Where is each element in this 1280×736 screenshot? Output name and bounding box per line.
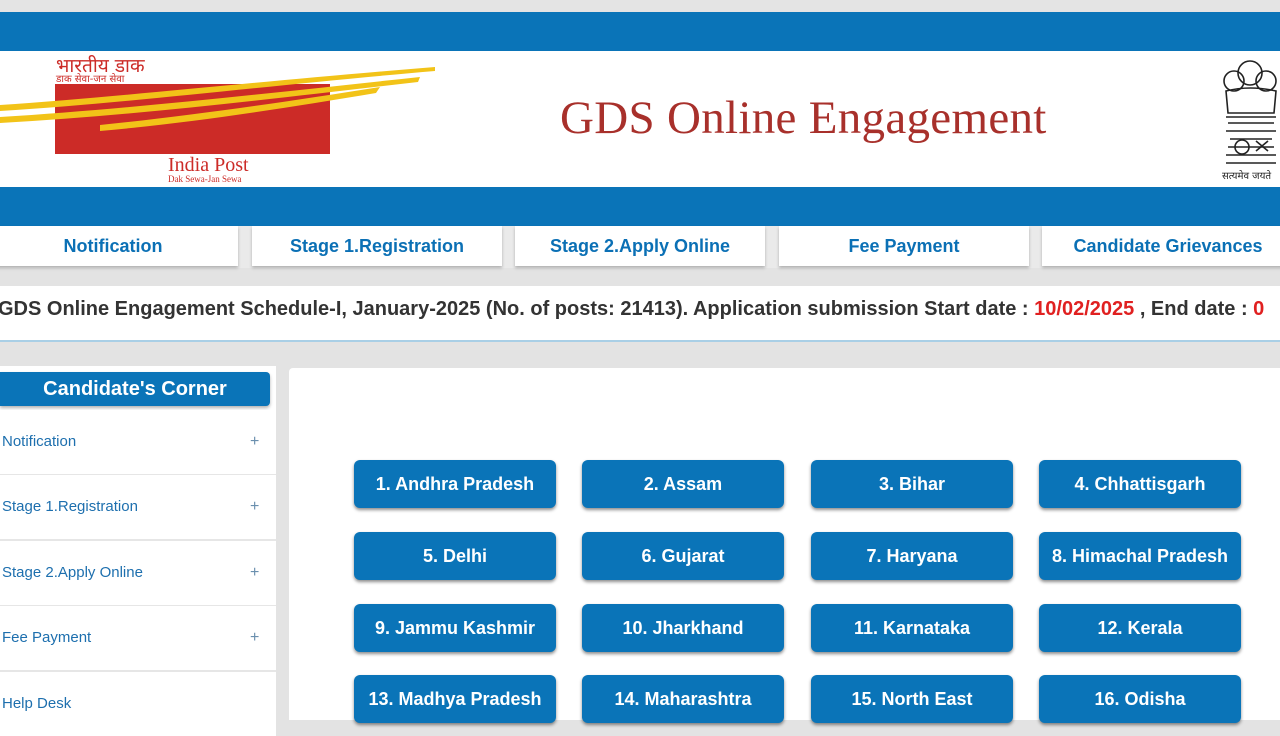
sidebar-item-label: Fee Payment xyxy=(2,629,92,646)
ticker-start-date: 10/02/2025 xyxy=(1034,298,1135,320)
state-button-jharkhand[interactable]: 10. Jharkhand xyxy=(582,604,784,652)
state-button-delhi[interactable]: 5. Delhi xyxy=(354,532,556,580)
state-button-maharashtra[interactable]: 14. Maharashtra xyxy=(582,675,784,723)
state-button-north-east[interactable]: 15. North East xyxy=(811,675,1013,723)
ticker-end-date: 0 xyxy=(1253,298,1265,320)
logo-brand: India Post xyxy=(168,154,249,176)
sidebar-item-label: Help Desk xyxy=(2,695,72,712)
logo-hindi-sub: डाक सेवा-जन सेवा xyxy=(55,73,125,85)
tab-stage2-apply-online[interactable]: Stage 2.Apply Online xyxy=(515,226,765,266)
state-button-chhattisgarh[interactable]: 4. Chhattisgarh xyxy=(1039,460,1241,508)
sidebar-item-stage2-apply-online[interactable]: Stage 2.Apply Online + xyxy=(0,541,276,607)
logo-tagline: Dak Sewa-Jan Sewa xyxy=(168,174,241,184)
sidebar-item-stage1-registration[interactable]: Stage 1.Registration + xyxy=(0,475,276,541)
state-button-gujarat[interactable]: 6. Gujarat xyxy=(582,532,784,580)
sidebar-item-label: Stage 2.Apply Online xyxy=(2,564,143,581)
emblem-motto: सत्यमेव जयते xyxy=(1222,170,1271,182)
sidebar-item-fee-payment[interactable]: Fee Payment + xyxy=(0,606,276,672)
state-button-madhya-pradesh[interactable]: 13. Madhya Pradesh xyxy=(354,675,556,723)
state-button-odisha[interactable]: 16. Odisha xyxy=(1039,675,1241,723)
tab-candidate-grievances[interactable]: Candidate Grievances xyxy=(1042,226,1280,266)
national-emblem-icon: सत्यमेव जयते xyxy=(1222,60,1277,182)
state-button-karnataka[interactable]: 11. Karnataka xyxy=(811,604,1013,652)
expand-plus-icon[interactable]: + xyxy=(250,541,259,605)
state-selection-panel: 1. Andhra Pradesh 2. Assam 3. Bihar 4. C… xyxy=(289,368,1280,723)
expand-plus-icon[interactable]: + xyxy=(250,410,259,474)
india-post-logo[interactable]: भारतीय डाक डाक सेवा-जन सेवा India Post D… xyxy=(0,51,440,187)
expand-plus-icon[interactable]: + xyxy=(250,475,259,539)
state-button-haryana[interactable]: 7. Haryana xyxy=(811,532,1013,580)
tab-notification[interactable]: Notification xyxy=(0,226,238,266)
sidebar-title: Candidate's Corner xyxy=(0,372,270,406)
ticker-text: GDS Online Engagement Schedule-I, Januar… xyxy=(0,298,1035,320)
expand-plus-icon[interactable]: + xyxy=(250,606,259,670)
top-strip xyxy=(0,0,1280,12)
page-title: GDS Online Engagement xyxy=(560,92,1047,144)
sidebar-item-notification[interactable]: Notification + xyxy=(0,410,276,476)
ticker-mid: , End date : xyxy=(1134,298,1254,320)
header-top-band xyxy=(0,12,1280,51)
state-button-jammu-kashmir[interactable]: 9. Jammu Kashmir xyxy=(354,604,556,652)
tab-fee-payment[interactable]: Fee Payment xyxy=(779,226,1029,266)
state-button-himachal-pradesh[interactable]: 8. Himachal Pradesh xyxy=(1039,532,1241,580)
sidebar-item-help-desk[interactable]: Help Desk xyxy=(0,672,276,736)
sidebar-item-label: Notification xyxy=(2,433,77,450)
header-bottom-band xyxy=(0,187,1280,226)
state-button-andhra-pradesh[interactable]: 1. Andhra Pradesh xyxy=(354,460,556,508)
state-button-kerala[interactable]: 12. Kerala xyxy=(1039,604,1241,652)
tab-stage1-registration[interactable]: Stage 1.Registration xyxy=(252,226,502,266)
site-header: भारतीय डाक डाक सेवा-जन सेवा India Post D… xyxy=(0,51,1280,187)
state-button-bihar[interactable]: 3. Bihar xyxy=(811,460,1013,508)
state-button-assam[interactable]: 2. Assam xyxy=(582,460,784,508)
announcement-ticker[interactable]: GDS Online Engagement Schedule-I, Januar… xyxy=(0,286,1280,342)
sidebar-item-label: Stage 1.Registration xyxy=(2,498,138,515)
